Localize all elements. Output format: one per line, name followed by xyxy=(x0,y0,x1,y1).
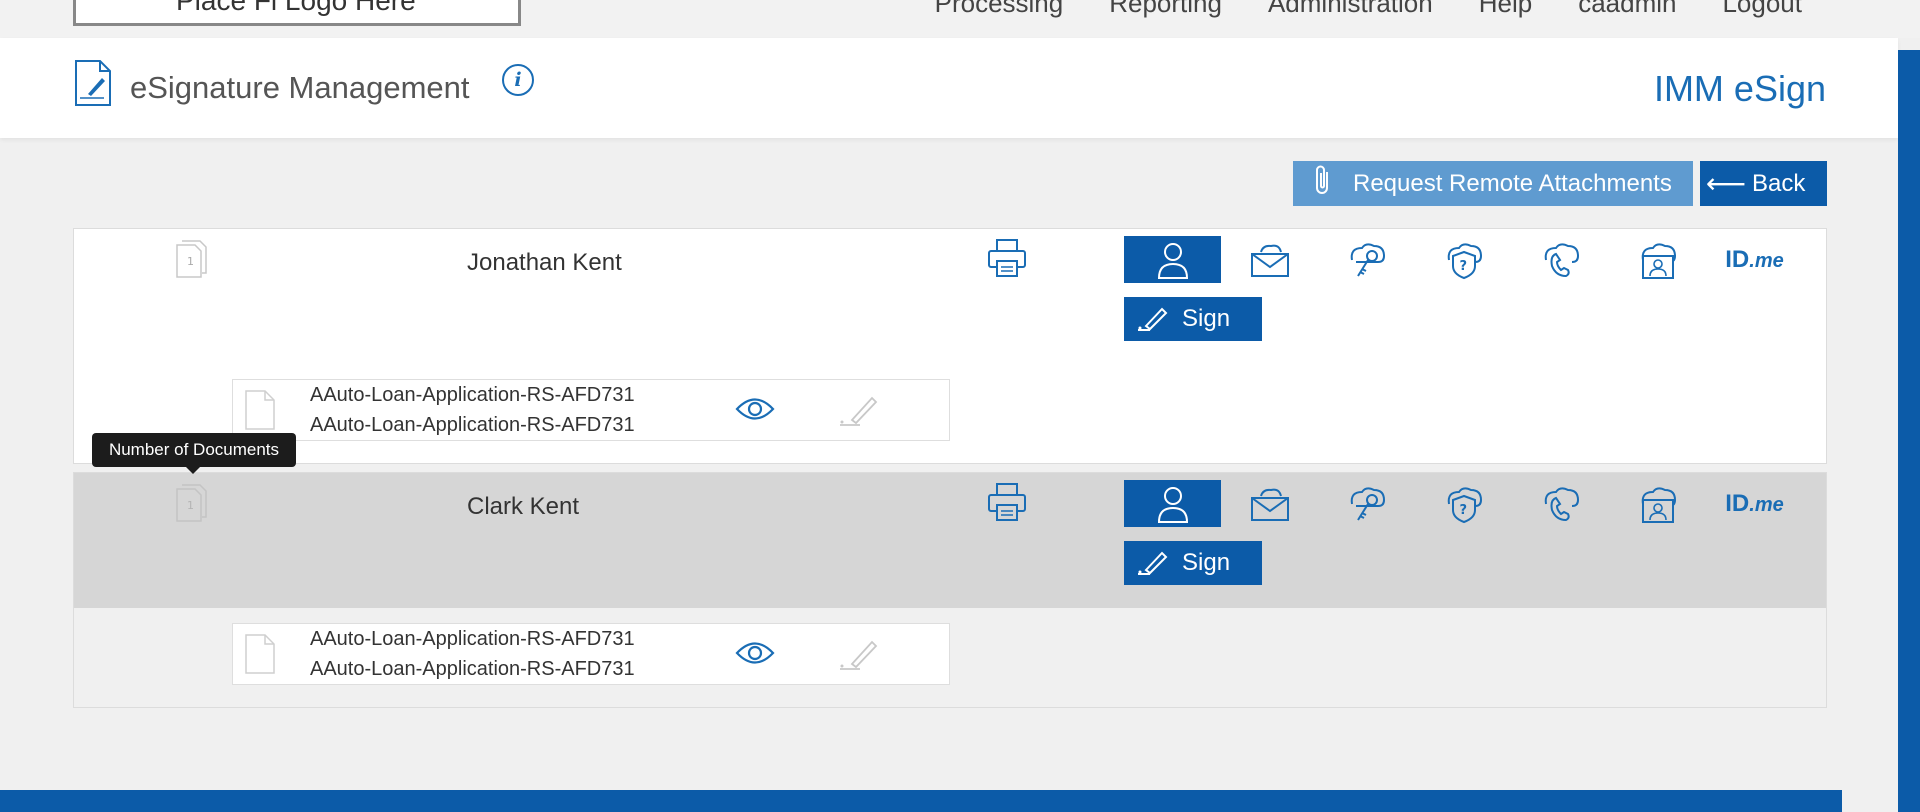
document-card: AAuto-Loan-Application-RS-AFD731 AAuto-L… xyxy=(232,623,950,685)
nav-administration[interactable]: Administration xyxy=(1268,0,1433,19)
user-icon xyxy=(1157,486,1188,523)
document-card: AAuto-Loan-Application-RS-AFD731 AAuto-L… xyxy=(232,379,950,441)
back-label: Back xyxy=(1752,169,1806,197)
nav-reporting[interactable]: Reporting xyxy=(1109,0,1222,19)
signer-name: Jonathan Kent xyxy=(467,249,622,276)
top-navigation-bar: Place Fl Logo Here Processing Reporting … xyxy=(0,0,1920,38)
request-remote-attachments-button[interactable]: Request Remote Attachments xyxy=(1293,161,1693,206)
top-nav-menu: Processing Reporting Administration Help… xyxy=(935,0,1802,19)
logo-placeholder: Place Fl Logo Here xyxy=(73,0,521,26)
sign-button[interactable]: Sign xyxy=(1124,541,1262,585)
nav-help[interactable]: Help xyxy=(1479,0,1532,19)
document-name: AAuto-Loan-Application-RS-AFD731 xyxy=(310,628,635,650)
email-icon xyxy=(1250,244,1289,277)
info-icon[interactable]: i xyxy=(502,64,534,96)
phone-icon xyxy=(1544,242,1579,277)
auth-email-option[interactable] xyxy=(1221,236,1318,283)
sign-button[interactable]: Sign xyxy=(1124,297,1262,341)
sign-label: Sign xyxy=(1182,549,1231,576)
auth-idme-option[interactable]: ID.me xyxy=(1706,236,1803,283)
number-of-documents-tooltip: Number of Documents xyxy=(92,433,296,474)
pen-icon xyxy=(1124,550,1182,576)
user-icon xyxy=(1157,242,1188,279)
auth-in-person-option[interactable] xyxy=(1124,480,1221,527)
page-header: eSignature Management i IMM eSign xyxy=(0,38,1898,138)
auth-idme-option[interactable]: ID.me xyxy=(1706,480,1803,527)
phone-icon xyxy=(1544,486,1579,521)
arrow-left-icon: ⟵ xyxy=(1705,168,1747,199)
auth-method-strip: ? ID.me xyxy=(1124,480,1803,527)
printer-icon[interactable] xyxy=(986,237,1028,279)
auth-id-option[interactable] xyxy=(1609,480,1706,527)
auth-id-option[interactable] xyxy=(1609,236,1706,283)
pen-icon xyxy=(1124,306,1182,332)
document-count-icon[interactable]: 1 xyxy=(174,483,208,523)
nav-processing[interactable]: Processing xyxy=(935,0,1064,19)
id-card-icon xyxy=(1641,242,1676,279)
paperclip-icon xyxy=(1293,164,1353,203)
request-remote-attachments-label: Request Remote Attachments xyxy=(1353,169,1672,197)
auth-method-strip: ? ID.me xyxy=(1124,236,1803,283)
key-icon xyxy=(1350,242,1385,277)
idme-logo: ID.me xyxy=(1725,489,1784,517)
esign-document-icon xyxy=(75,60,111,106)
sign-label: Sign xyxy=(1182,305,1231,332)
shield-question-icon: ? xyxy=(1447,242,1482,279)
auth-phone-option[interactable] xyxy=(1512,236,1609,283)
view-eye-icon[interactable] xyxy=(735,638,775,668)
auth-in-person-option[interactable] xyxy=(1124,236,1221,283)
idme-logo: ID.me xyxy=(1725,245,1784,273)
document-name-secondary: AAuto-Loan-Application-RS-AFD731 xyxy=(310,414,635,436)
document-count-icon[interactable]: 1 xyxy=(174,239,208,279)
auth-kba-option[interactable]: ? xyxy=(1415,236,1512,283)
signer-row[interactable]: 1 Jonathan Kent ? ID.me Sign xyxy=(74,229,1826,349)
shield-question-icon: ? xyxy=(1447,486,1482,523)
svg-text:1: 1 xyxy=(187,255,194,268)
sign-pen-icon[interactable] xyxy=(838,392,878,428)
signer-name: Clark Kent xyxy=(467,493,580,520)
file-icon xyxy=(245,634,275,674)
printer-icon[interactable] xyxy=(986,481,1028,523)
auth-email-option[interactable] xyxy=(1221,480,1318,527)
signer-panel: 1 Clark Kent ? ID.me Sign AAuto-Loan-App… xyxy=(73,472,1827,708)
view-eye-icon[interactable] xyxy=(735,394,775,424)
key-icon xyxy=(1350,486,1385,521)
auth-password-option[interactable] xyxy=(1318,480,1415,527)
email-icon xyxy=(1250,488,1289,521)
nav-logout[interactable]: Logout xyxy=(1722,0,1802,19)
file-icon xyxy=(245,390,275,430)
auth-phone-option[interactable] xyxy=(1512,480,1609,527)
svg-text:1: 1 xyxy=(187,499,194,512)
page-title: eSignature Management xyxy=(130,70,470,105)
signer-panel: 1 Jonathan Kent ? ID.me Sign AAuto-Loan-… xyxy=(73,228,1827,464)
nav-user[interactable]: caadmin xyxy=(1578,0,1676,19)
sign-pen-icon[interactable] xyxy=(838,636,878,672)
id-card-icon xyxy=(1641,486,1676,523)
logo-text: Place Fl Logo Here xyxy=(176,0,416,16)
footer-bar xyxy=(0,790,1842,812)
signer-row-selected[interactable]: 1 Clark Kent ? ID.me Sign xyxy=(74,473,1826,608)
auth-kba-option[interactable]: ? xyxy=(1415,480,1512,527)
auth-password-option[interactable] xyxy=(1318,236,1415,283)
brand-title: IMM eSign xyxy=(1653,68,1826,109)
document-name: AAuto-Loan-Application-RS-AFD731 xyxy=(310,384,635,406)
document-name-secondary: AAuto-Loan-Application-RS-AFD731 xyxy=(310,658,635,680)
svg-text:?: ? xyxy=(1459,503,1467,518)
back-button[interactable]: ⟵ Back xyxy=(1700,161,1827,206)
right-accent-bar xyxy=(1898,50,1920,812)
svg-text:?: ? xyxy=(1459,259,1467,274)
